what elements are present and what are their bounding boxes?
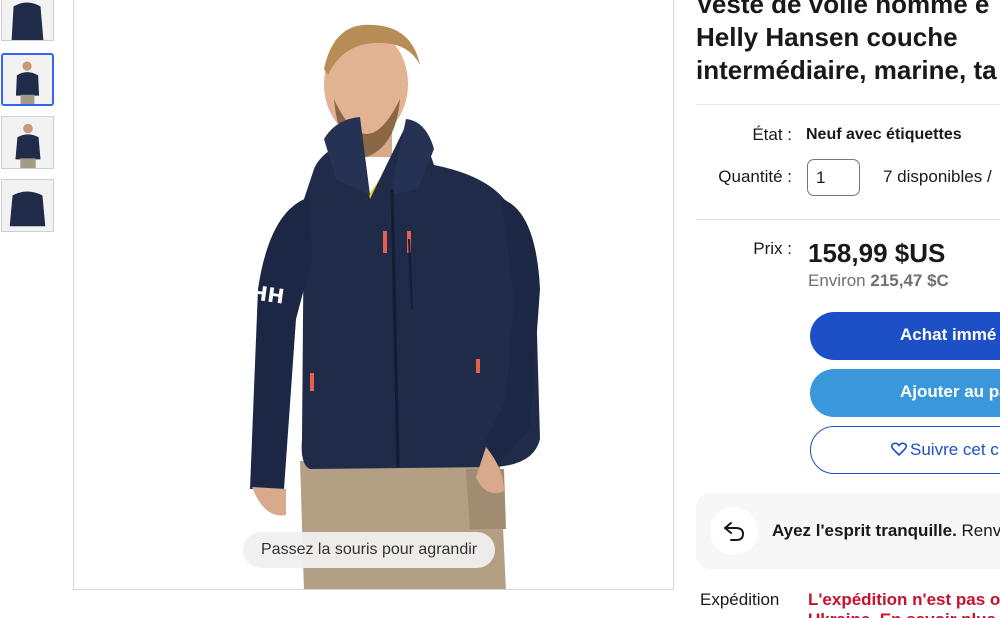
add-to-cart-button[interactable]: Ajouter au pa [810,369,1000,417]
availability-text: 7 disponibles / [883,167,992,186]
thumbnail-3[interactable] [1,116,54,169]
quantity-input[interactable] [807,159,860,196]
watch-label: Suivre cet c [910,440,999,459]
shipping-label: Expédition [700,590,780,609]
return-arrow-icon [710,507,758,555]
reassurance-rest: Renv [956,521,1000,540]
quantity-label: Quantité : [718,167,792,186]
buy-now-button[interactable]: Achat immé [810,312,1000,360]
heart-icon [891,442,907,456]
jacket-photo: HH [74,0,673,589]
shipping-notice: L'expédition n'est pas o [808,590,1000,609]
price-value: 158,99 $US [808,238,946,268]
watch-button[interactable]: Suivre cet c [810,426,1000,474]
listing-page: HH Passez la souris pour agrandir Veste … [0,0,1000,618]
reassurance-text: Ayez l'esprit tranquille. Renv [772,521,1000,541]
approx-value: 215,47 $C [870,271,949,290]
condition-value: Neuf avec étiquettes [806,126,962,143]
main-product-image[interactable]: HH Passez la souris pour agrandir [73,0,674,590]
divider [696,104,1000,105]
zoom-hint: Passez la souris pour agrandir [243,532,496,568]
reassurance-banner: Ayez l'esprit tranquille. Renv [696,493,1000,569]
thumbnail-2[interactable] [1,53,54,106]
thumbnail-1[interactable] [1,0,54,41]
reassurance-bold: Ayez l'esprit tranquille. [772,521,957,540]
approx-price: Environ 215,47 $C [808,271,949,291]
divider [696,219,1000,220]
thumbnail-4[interactable] [1,179,54,232]
svg-text:HH: HH [249,280,285,308]
condition-label: État : [752,125,792,144]
shipping-notice-line2[interactable]: Ukraine. En savoir plus [808,610,996,618]
product-title: Veste de voile homme e Helly Hansen couc… [696,0,997,85]
approx-prefix: Environ [808,271,866,290]
price-label: Prix : [753,239,792,258]
